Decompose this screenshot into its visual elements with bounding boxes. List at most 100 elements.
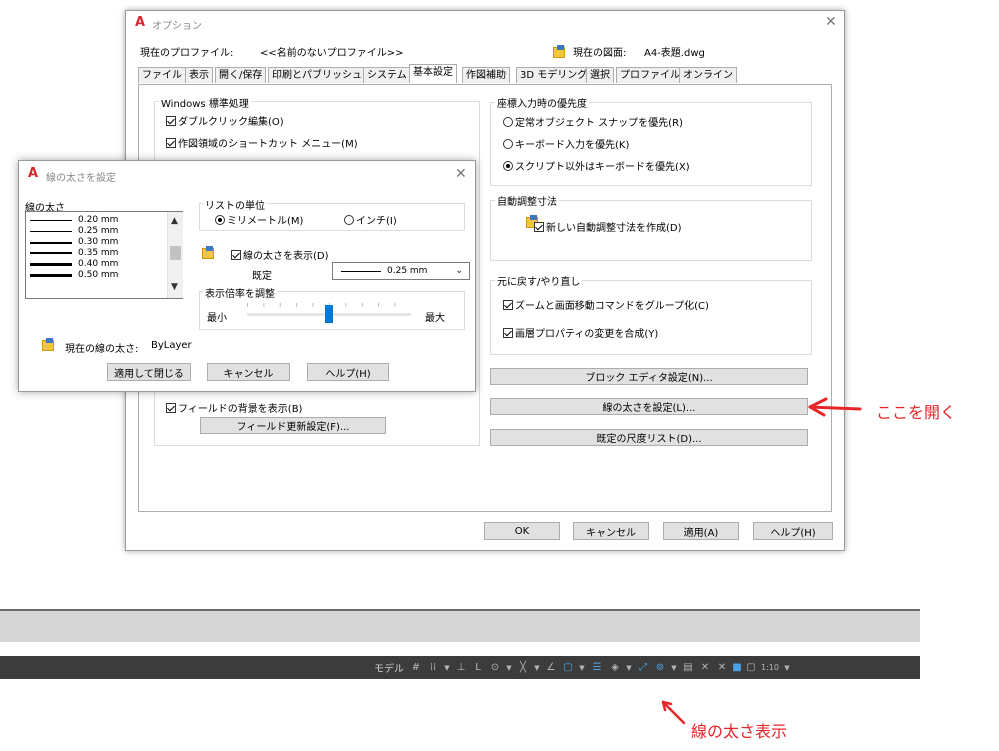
assoc-dim-option[interactable]: 新しい自動調整寸法を作成(D) [534, 219, 682, 234]
undo-redo-group [490, 280, 812, 355]
infer-constraints-icon[interactable]: ⊥ [454, 659, 468, 676]
shortcut-menu-option[interactable]: 作図領域のショートカット メニュー(M) [166, 135, 358, 150]
chevron-down-icon[interactable]: ▼ [625, 659, 633, 676]
filter-icon[interactable]: ▤ [681, 659, 695, 676]
lw-help-button[interactable]: ヘルプ(H) [307, 363, 389, 381]
options-titlebar[interactable]: A オプション ✕ [126, 11, 844, 35]
unit-mm-radio[interactable] [215, 215, 225, 225]
zoom-pan-checkbox[interactable] [503, 300, 513, 310]
coord-opt-osnap[interactable]: 定常オブジェクト スナップを優先(R) [503, 114, 683, 129]
autocad-logo-icon: A [28, 166, 39, 181]
coord-opt-keyboard[interactable]: キーボード入力を優先(K) [503, 136, 629, 151]
tab-system[interactable]: システム [363, 67, 411, 83]
keyboard-radio[interactable] [503, 139, 513, 149]
display-scale-slider[interactable] [247, 298, 411, 323]
lw-titlebar[interactable]: A 線の太さを設定 ✕ [19, 161, 475, 185]
auto-scale-icon[interactable]: ✕ [715, 659, 729, 676]
chevron-up-icon[interactable]: ▲ [171, 216, 178, 226]
coord-opt-script[interactable]: スクリプト以外はキーボードを優先(X) [503, 158, 690, 173]
default-scale-list-button[interactable]: 既定の尺度リスト(D)... [490, 429, 808, 446]
field-update-button[interactable]: フィールド更新設定(F)... [200, 417, 386, 434]
unit-inch-radio[interactable] [344, 215, 354, 225]
ok-button[interactable]: OK [484, 522, 560, 540]
tab-open-save[interactable]: 開く/保存 [215, 67, 267, 83]
tab-drafting[interactable]: 作図補助 [462, 67, 510, 83]
line-sample [30, 242, 72, 244]
default-lineweight-select[interactable]: 0.25 mm ⌄ [332, 262, 470, 280]
osnap-radio[interactable] [503, 117, 513, 127]
lineweight-settings-button[interactable]: 線の太さを設定(L)... [490, 398, 808, 415]
tab-plot-publish[interactable]: 印刷とパブリッシュ [268, 67, 366, 83]
field-bg-checkbox[interactable] [166, 403, 176, 413]
annotation-visibility-icon[interactable]: ✕ [698, 659, 712, 676]
layer-combine-checkbox[interactable] [503, 328, 513, 338]
apply-close-button[interactable]: 適用して閉じる [107, 363, 191, 381]
osnap-label: 定常オブジェクト スナップを優先(R) [515, 118, 683, 129]
tab-files[interactable]: ファイル [138, 67, 186, 83]
tab-display[interactable]: 表示 [185, 67, 213, 83]
annotation-open-here: ここを開く [876, 403, 957, 422]
current-lw-icon [42, 338, 55, 351]
chevron-down-icon[interactable]: ▼ [670, 659, 678, 676]
tab-selection[interactable]: 選択 [586, 67, 614, 83]
selection-cycling-icon[interactable]: ⤢ [636, 659, 650, 676]
transparency-icon[interactable]: ◈ [608, 659, 622, 676]
zoom-pan-option[interactable]: ズームと画面移動コマンドをグループ化(C) [503, 297, 709, 312]
scroll-thumb[interactable] [170, 246, 181, 260]
list-scrollbar[interactable]: ▲ ▼ [167, 212, 183, 298]
chevron-down-icon[interactable]: ▼ [443, 659, 451, 676]
tab-3d-modeling[interactable]: 3D モデリング [516, 67, 592, 83]
tab-profiles[interactable]: プロファイル [616, 67, 684, 83]
slider-min-label: 最小 [207, 313, 227, 324]
snap-icon[interactable]: ⁞⁞ [426, 659, 440, 676]
close-icon[interactable]: ✕ [455, 166, 467, 182]
close-icon[interactable]: ✕ [825, 14, 837, 30]
annotation-scale-value[interactable]: 1:10 [760, 659, 780, 676]
chevron-down-icon[interactable]: ▼ [578, 659, 586, 676]
3d-osnap-icon[interactable]: ⊚ [653, 659, 667, 676]
block-editor-settings-button[interactable]: ブロック エディタ設定(N)... [490, 368, 808, 385]
tab-user-preferences[interactable]: 基本設定 [409, 64, 457, 83]
drawing-label: 現在の図面: [573, 48, 627, 59]
display-lw-checkbox[interactable] [231, 250, 241, 260]
lock-icon[interactable]: ■ [732, 659, 742, 676]
annotation-lineweight-display: 線の太さ表示 [691, 722, 788, 741]
status-tools: モデル # ⁞⁞ ▼ ⊥ L ⊙ ▼ ╳ ▼ ∠ ▢ ▼ ☰ ◈ ▼ ⤢ ⊚ ▼… [372, 659, 791, 676]
shortcut-label: 作図領域のショートカット メニュー(M) [178, 139, 358, 150]
unit-inch-option[interactable]: インチ(I) [344, 212, 397, 227]
slider-thumb[interactable] [325, 305, 333, 323]
model-space-button[interactable]: モデル [372, 659, 406, 676]
unit-mm-option[interactable]: ミリメートル(M) [215, 212, 303, 227]
chevron-down-icon[interactable]: ▼ [171, 282, 178, 292]
chevron-down-icon[interactable]: ▼ [505, 659, 513, 676]
field-background-option[interactable]: フィールドの背景を表示(B) [166, 400, 302, 415]
assoc-dim-checkbox[interactable] [534, 222, 544, 232]
object-snap-icon[interactable]: ▢ [561, 659, 575, 676]
shortcut-checkbox[interactable] [166, 138, 176, 148]
viewport-icon[interactable]: ▢ [745, 659, 757, 676]
script-radio[interactable] [503, 161, 513, 171]
grid-icon[interactable]: # [409, 659, 423, 676]
ortho-icon[interactable]: L [471, 659, 485, 676]
apply-button[interactable]: 適用(A) [663, 522, 739, 540]
chevron-down-icon[interactable]: ⌄ [455, 265, 463, 276]
display-lineweight-option[interactable]: 線の太さを表示(D) [231, 247, 329, 262]
object-snap-tracking-icon[interactable]: ∠ [544, 659, 558, 676]
lw-display-icon [202, 246, 215, 259]
lw-cancel-button[interactable]: キャンセル [207, 363, 290, 381]
dblclick-label: ダブルクリック編集(O) [178, 117, 284, 128]
chevron-down-icon[interactable]: ▼ [783, 659, 791, 676]
assoc-group-label: 自動調整寸法 [495, 193, 559, 208]
tab-online[interactable]: オンライン [679, 67, 737, 83]
isodraft-icon[interactable]: ╳ [516, 659, 530, 676]
polar-tracking-icon[interactable]: ⊙ [488, 659, 502, 676]
cancel-button[interactable]: キャンセル [573, 522, 649, 540]
lineweight-list[interactable]: 0.20 mm 0.25 mm 0.30 mm 0.35 mm 0.40 mm … [25, 211, 183, 299]
lineweight-display-icon[interactable]: ☰ [589, 659, 605, 676]
chevron-down-icon[interactable]: ▼ [533, 659, 541, 676]
script-label: スクリプト以外はキーボードを優先(X) [515, 162, 690, 173]
dblclick-edit-option[interactable]: ダブルクリック編集(O) [166, 113, 284, 128]
layer-combine-option[interactable]: 画層プロパティの変更を合成(Y) [503, 325, 658, 340]
dblclick-checkbox[interactable] [166, 116, 176, 126]
help-button[interactable]: ヘルプ(H) [753, 522, 833, 540]
